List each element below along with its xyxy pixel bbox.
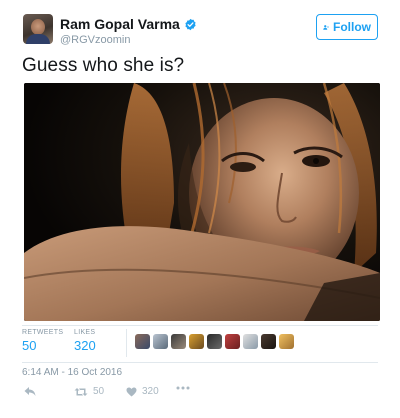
retweet-icon xyxy=(74,387,88,396)
tweet-photo-image xyxy=(24,83,380,321)
follow-button-label: Follow xyxy=(333,20,371,34)
follow-user-icon xyxy=(323,24,329,30)
liker-avatar[interactable] xyxy=(225,334,240,349)
retweets-label: RETWEETS xyxy=(22,329,64,336)
liker-avatar[interactable] xyxy=(135,334,150,349)
tweet-stats: RETWEETS 50 LIKES 320 xyxy=(22,329,378,359)
like-action[interactable]: 320 xyxy=(126,386,159,397)
author-handle[interactable]: @RGVzoomin xyxy=(60,34,130,46)
author-display-name[interactable]: Ram Gopal Varma xyxy=(60,16,180,32)
more-action[interactable] xyxy=(176,386,190,390)
tweet-card: Ram Gopal Varma @RGVzoomin Follow Guess … xyxy=(0,0,400,418)
like-count: 320 xyxy=(142,386,159,397)
retweet-count: 50 xyxy=(93,386,105,397)
avatar-shirt xyxy=(26,34,50,44)
liker-avatar[interactable] xyxy=(189,334,204,349)
tweet-photo[interactable] xyxy=(24,83,380,321)
verified-badge-icon xyxy=(185,18,196,30)
likes-stat[interactable]: LIKES 320 xyxy=(74,329,96,353)
tweet-text: Guess who she is? xyxy=(22,55,185,76)
avatar-face xyxy=(31,19,45,35)
retweets-stat[interactable]: RETWEETS 50 xyxy=(22,329,63,353)
liker-avatar[interactable] xyxy=(261,334,276,349)
reply-icon xyxy=(24,387,36,396)
author-name-row: Ram Gopal Varma xyxy=(60,16,197,32)
likers-avatar-row xyxy=(135,334,294,349)
stats-divider xyxy=(126,329,127,357)
tweet-timestamp[interactable]: 6:14 AM - 16 Oct 2016 xyxy=(22,367,122,378)
retweet-action[interactable]: 50 xyxy=(74,386,104,397)
retweets-value: 50 xyxy=(22,338,37,353)
liker-avatar[interactable] xyxy=(207,334,222,349)
liker-avatar[interactable] xyxy=(171,334,186,349)
more-icon xyxy=(176,386,190,390)
stats-bottom-divider xyxy=(22,362,378,363)
liker-avatar[interactable] xyxy=(243,334,258,349)
stats-top-divider xyxy=(22,325,378,326)
reply-action[interactable] xyxy=(24,386,36,397)
heart-icon xyxy=(126,386,137,397)
follow-button[interactable]: Follow xyxy=(316,14,378,40)
liker-avatar[interactable] xyxy=(153,334,168,349)
author-avatar[interactable] xyxy=(23,14,53,44)
likes-label: LIKES xyxy=(74,329,96,336)
liker-avatar[interactable] xyxy=(279,334,294,349)
likes-value: 320 xyxy=(74,338,96,353)
